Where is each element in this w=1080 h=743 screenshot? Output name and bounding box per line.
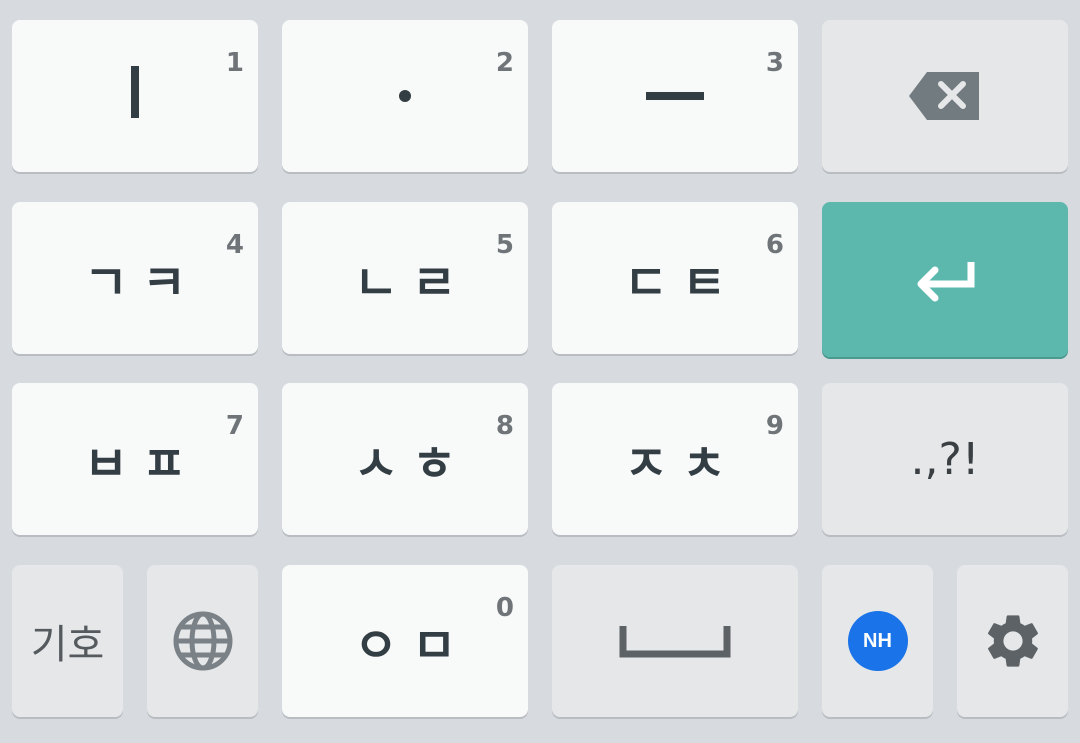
key-9-label: ㅈㅊ: [623, 436, 741, 492]
key-hint-4: 4: [225, 230, 244, 260]
key-3[interactable]: 3 ㅡ: [552, 20, 798, 172]
symbols-label: 기호: [30, 622, 105, 668]
enter-arrow-icon: [917, 261, 975, 301]
key-4[interactable]: 4 ㄱㅋ: [12, 202, 258, 354]
key-5[interactable]: 5 ㄴㄹ: [282, 202, 528, 354]
key-hint-1: 1: [225, 48, 244, 78]
key-8[interactable]: 8 ㅅㅎ: [282, 383, 528, 535]
punctuation-key[interactable]: .,?!: [822, 383, 1068, 535]
language-key[interactable]: [147, 565, 258, 717]
key-7-label: ㅂㅍ: [83, 436, 201, 492]
space-bar-icon: [619, 626, 731, 658]
jamo-i-glyph: [131, 66, 139, 118]
nh-key[interactable]: NH: [822, 565, 933, 717]
settings-key[interactable]: [957, 565, 1068, 717]
punctuation-label: .,?!: [910, 433, 980, 485]
jamo-dot-glyph: [399, 90, 411, 102]
nh-badge: NH: [847, 611, 908, 671]
space-key[interactable]: [552, 565, 798, 717]
key-hint-7: 7: [225, 411, 244, 441]
nh-label: NH: [863, 629, 892, 652]
key-hint-3: 3: [765, 48, 784, 78]
key-6[interactable]: 6 ㄷㅌ: [552, 202, 798, 354]
key-0[interactable]: 0 ㅇㅁ: [282, 565, 528, 717]
key-8-label: ㅅㅎ: [353, 436, 471, 492]
key-7[interactable]: 7 ㅂㅍ: [12, 383, 258, 535]
key-6-label: ㄷㅌ: [623, 255, 741, 311]
key-2[interactable]: 2 ·: [282, 20, 528, 172]
key-9[interactable]: 9 ㅈㅊ: [552, 383, 798, 535]
key-hint-0: 0: [495, 593, 514, 623]
key-4-label: ㄱㅋ: [83, 255, 201, 311]
backspace-icon: [909, 72, 979, 120]
globe-icon: [173, 611, 232, 671]
gear-icon: [987, 615, 1038, 667]
key-0-label: ㅇㅁ: [353, 618, 471, 674]
backspace-key[interactable]: [822, 20, 1068, 172]
key-5-label: ㄴㄹ: [353, 255, 471, 311]
enter-key[interactable]: [822, 202, 1068, 357]
key-hint-6: 6: [765, 230, 784, 260]
key-hint-5: 5: [495, 230, 514, 260]
key-hint-2: 2: [495, 48, 514, 78]
symbols-key[interactable]: 기호: [12, 565, 123, 717]
key-1[interactable]: 1 ㅣ: [12, 20, 258, 172]
jamo-eu-glyph: [646, 92, 704, 100]
key-hint-8: 8: [495, 411, 514, 441]
key-hint-9: 9: [765, 411, 784, 441]
